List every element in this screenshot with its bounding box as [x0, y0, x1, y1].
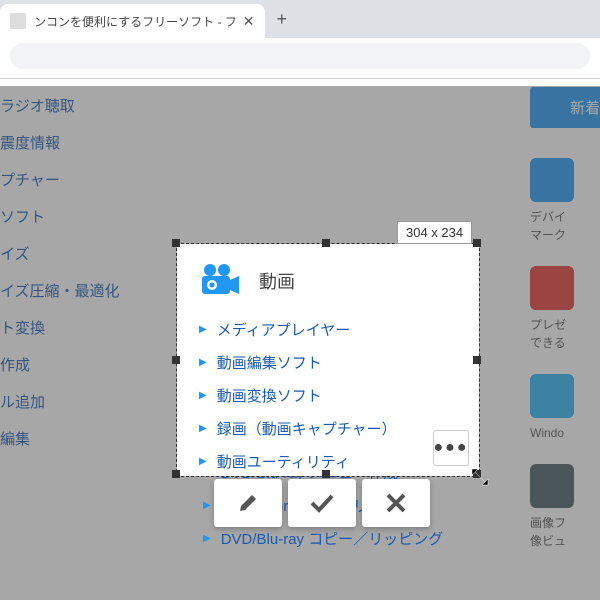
card-text: 画像フ像ビュ: [530, 514, 600, 550]
category-link[interactable]: プチャー: [0, 169, 540, 190]
edit-button[interactable]: [214, 479, 282, 527]
capture-toolbar: [214, 479, 430, 527]
x-icon: [385, 492, 407, 514]
browser-tab[interactable]: ンコンを便利にするフリーソフト - フ ✕: [0, 4, 265, 38]
card-text: Windo: [530, 424, 600, 442]
list-item[interactable]: ▶ DVD/Blu-ray コピー／リッピング: [0, 528, 443, 549]
address-bar-row: [0, 43, 600, 79]
pencil-icon: [237, 492, 259, 514]
selection-size-tooltip: 304 x 234: [397, 221, 472, 244]
resize-handle-bottom-center[interactable]: [322, 470, 330, 478]
card-icon: [530, 464, 574, 508]
new-tab-button[interactable]: +: [265, 9, 300, 30]
card-text: デバイマーク: [530, 208, 600, 244]
tab-favicon: [10, 13, 26, 29]
card-text: プレゼできる: [530, 316, 600, 352]
new-button[interactable]: 新着: [530, 87, 600, 128]
bullet-icon: ▶: [203, 500, 211, 511]
resize-handle-top-center[interactable]: [322, 239, 330, 247]
cancel-button[interactable]: [362, 479, 430, 527]
resize-handle-bottom-right[interactable]: [473, 470, 481, 478]
card-icon: [530, 266, 574, 310]
bullet-icon: ▶: [203, 533, 211, 544]
card-icon: [530, 158, 574, 202]
confirm-button[interactable]: [288, 479, 356, 527]
resize-handle-bottom-left[interactable]: [172, 470, 180, 478]
tab-bar: ンコンを便利にするフリーソフト - フ ✕ +: [0, 0, 600, 38]
close-tab-icon[interactable]: ✕: [243, 13, 255, 30]
sidebar-card[interactable]: 画像フ像ビュ: [530, 464, 600, 550]
list-item-label: DVD/Blu-ray コピー／リッピング: [221, 528, 444, 549]
card-icon: [530, 374, 574, 418]
sidebar: 新着 デバイマークプレゼできる Windo 画像フ像ビュ: [530, 79, 600, 572]
resize-handle-top-right[interactable]: [473, 239, 481, 247]
category-link[interactable]: ラジオ聴取: [0, 95, 540, 116]
sidebar-card[interactable]: デバイマーク: [530, 158, 600, 244]
sidebar-card[interactable]: Windo: [530, 374, 600, 442]
resize-handle-top-left[interactable]: [172, 239, 180, 247]
tab-title: ンコンを便利にするフリーソフト - フ: [34, 13, 237, 30]
resize-handle-middle-right[interactable]: [473, 356, 481, 364]
address-bar[interactable]: [10, 43, 590, 69]
selection-rectangle[interactable]: [176, 243, 480, 477]
category-link[interactable]: 震度情報: [0, 132, 540, 153]
resize-handle-middle-left[interactable]: [172, 356, 180, 364]
sidebar-card[interactable]: プレゼできる: [530, 266, 600, 352]
check-icon: [309, 492, 335, 514]
